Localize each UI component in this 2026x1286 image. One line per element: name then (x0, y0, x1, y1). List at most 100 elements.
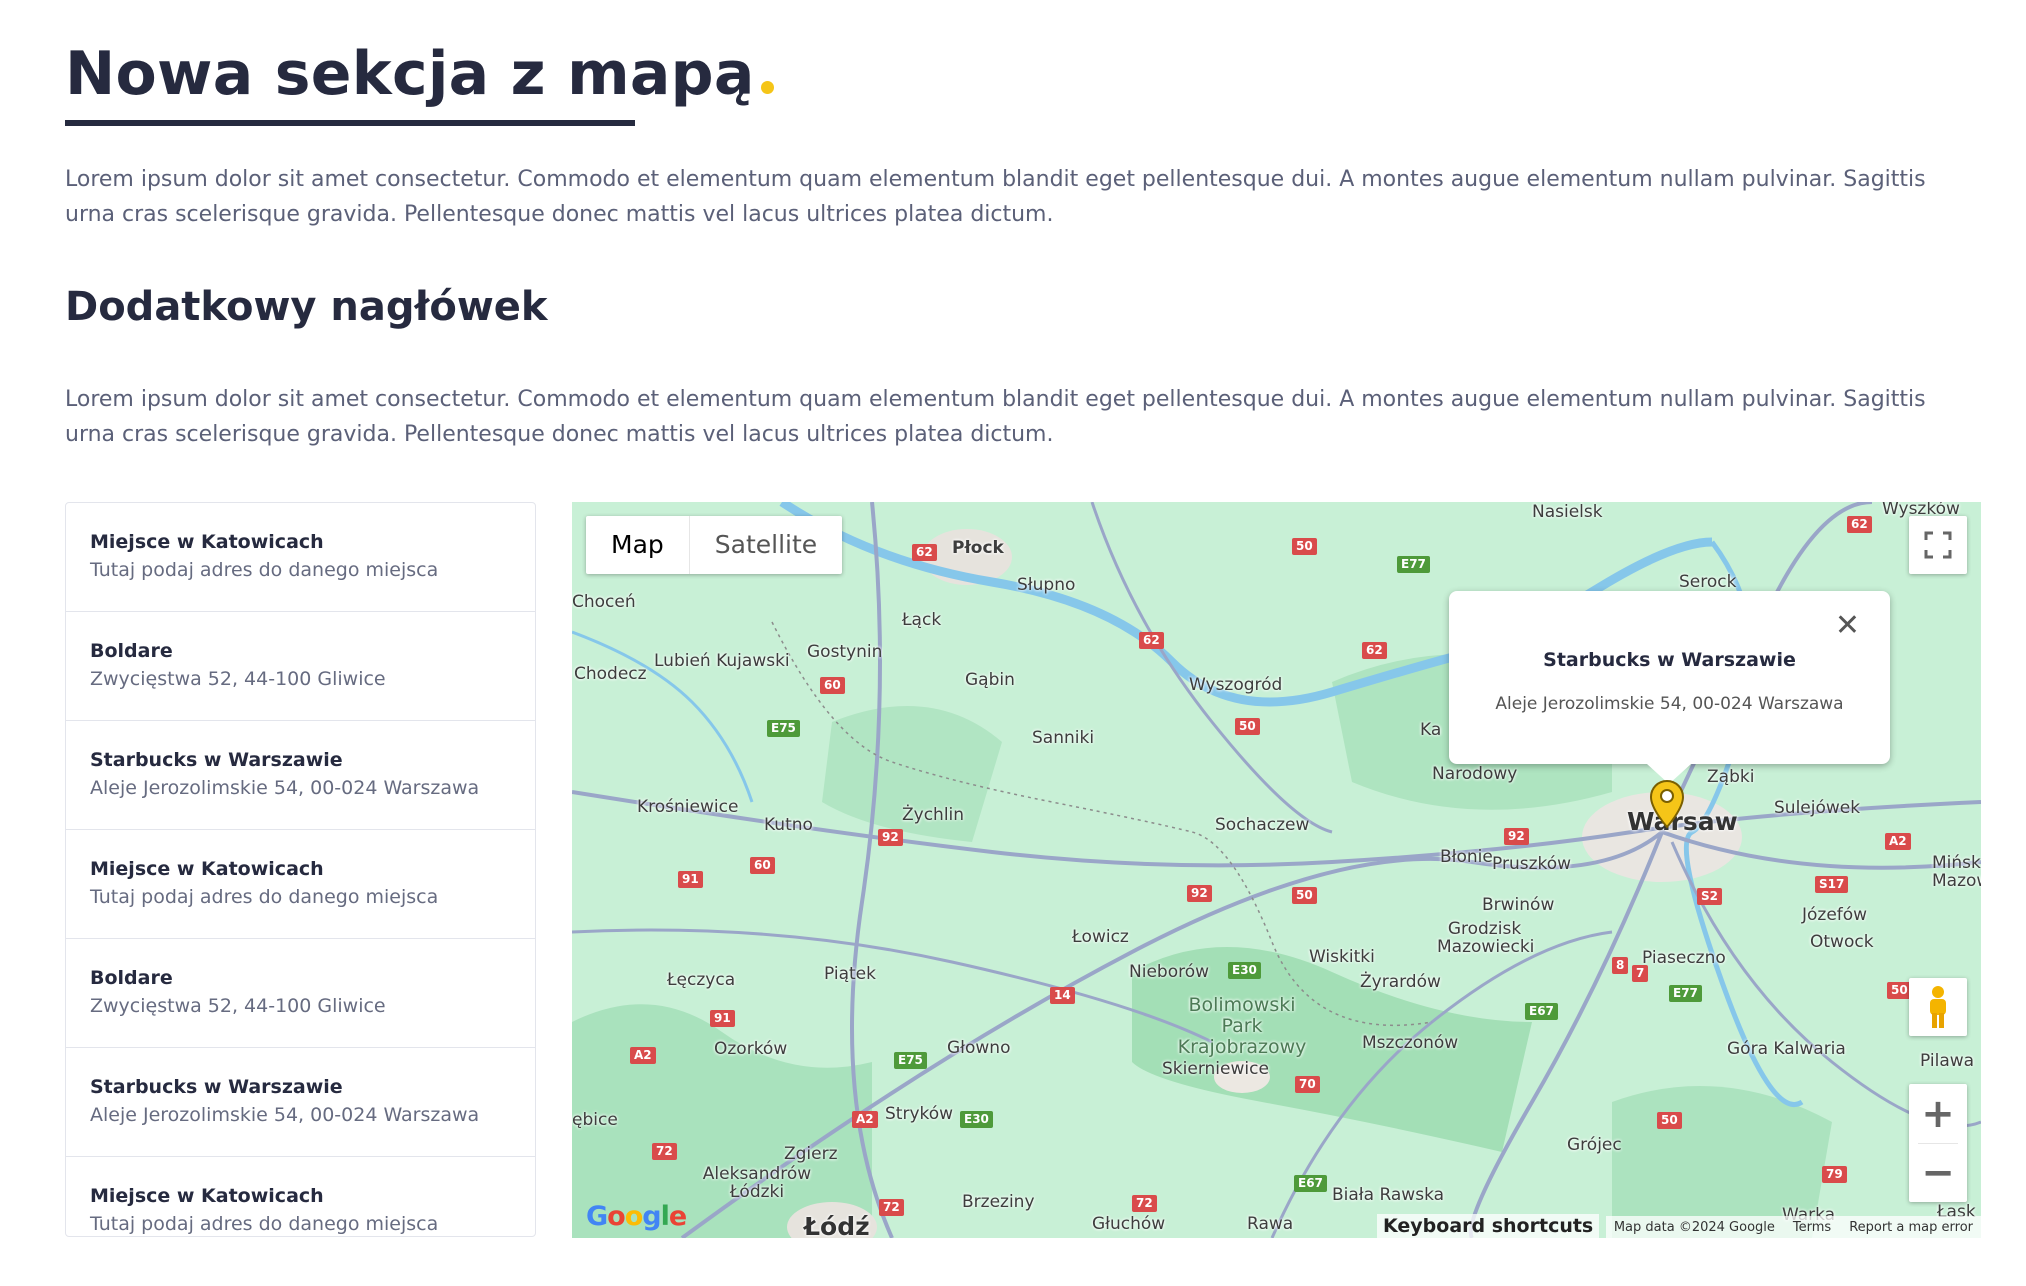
road-number: 60 (750, 857, 775, 874)
list-item[interactable]: Boldare Zwycięstwa 52, 44-100 Gliwice (66, 939, 535, 1048)
place-label: Ozorków (714, 1039, 788, 1059)
list-item[interactable]: Miejsce w Katowicach Tutaj podaj adres d… (66, 1157, 535, 1236)
close-icon[interactable]: ✕ (1835, 611, 1860, 641)
road-number: A2 (852, 1111, 878, 1128)
info-window-title: Starbucks w Warszawie (1543, 649, 1796, 671)
road-number: 72 (879, 1199, 904, 1216)
place-label: Biała Rawska (1332, 1185, 1445, 1205)
road-number: E75 (767, 720, 800, 737)
place-label: Bolimowski Park Krajobrazowy (1177, 994, 1307, 1058)
place-label: Głowno (947, 1038, 1011, 1058)
place-label: Serock (1679, 572, 1737, 592)
road-number: 62 (1847, 516, 1872, 533)
place-label: Żyrardów (1360, 972, 1441, 992)
location-address: Tutaj podaj adres do danego miejsca (90, 559, 439, 581)
road-number: 92 (1504, 828, 1529, 845)
road-number: E67 (1294, 1175, 1327, 1192)
list-item[interactable]: Starbucks w Warszawie Aleje Jerozolimski… (66, 1048, 535, 1157)
place-label: Kutno (764, 815, 813, 835)
place-label: Pruszków (1492, 854, 1572, 874)
list-item[interactable]: Boldare Zwycięstwa 52, 44-100 Gliwice (66, 612, 535, 721)
place-label: Pilawa (1920, 1051, 1975, 1071)
road-number: 7 (1632, 965, 1649, 982)
road-number: A2 (630, 1047, 656, 1064)
place-label: Brwinów (1482, 895, 1555, 915)
road-number: 60 (820, 677, 845, 694)
map-attribution: Map data ©2024 Google Terms Report a map… (1605, 1216, 1981, 1238)
place-label: Zgierz (784, 1144, 838, 1164)
zoom-in-button[interactable]: + (1909, 1085, 1967, 1143)
map-type-map-button[interactable]: Map (586, 516, 690, 574)
place-label: Gostynin (807, 642, 883, 662)
place-label: Piątek (824, 964, 876, 984)
road-number: 92 (878, 829, 903, 846)
place-label: Mszczonów (1362, 1033, 1459, 1053)
place-label: Nasielsk (1532, 502, 1603, 522)
place-label: Łąck (902, 610, 942, 630)
info-window: ✕ Starbucks w Warszawie Aleje Jerozolims… (1449, 591, 1890, 784)
road-number: 91 (678, 871, 703, 888)
road-number: E77 (1397, 556, 1430, 573)
street-view-button[interactable] (1909, 978, 1967, 1036)
fullscreen-icon (1924, 531, 1952, 559)
place-label: Góra Kalwaria (1727, 1039, 1846, 1059)
place-label: Łódź (804, 1212, 870, 1238)
road-number: S17 (1815, 876, 1849, 893)
place-label: Gąbin (965, 670, 1015, 690)
place-label: Wiskitki (1309, 947, 1375, 967)
place-label: Aleksandrów Łódzki (702, 1164, 812, 1202)
location-address: Zwycięstwa 52, 44-100 Gliwice (90, 668, 386, 690)
road-number: A2 (1885, 833, 1911, 850)
google-logo: Google (586, 1201, 687, 1232)
list-item[interactable]: Miejsce w Katowicach Tutaj podaj adres d… (66, 503, 535, 612)
place-label: Otwock (1810, 932, 1874, 952)
place-label: Ka (1420, 720, 1442, 740)
title-underline (65, 120, 635, 126)
place-label: Grodzisk Mazowiecki (1437, 919, 1535, 957)
intro-paragraph: Lorem ipsum dolor sit amet consectetur. … (65, 167, 1926, 227)
location-name: Starbucks w Warszawie (90, 1076, 343, 1098)
location-name: Boldare (90, 967, 173, 989)
fullscreen-button[interactable] (1909, 516, 1967, 574)
info-window-address: Aleje Jerozolimskie 54, 00-024 Warszawa (1495, 694, 1844, 714)
place-label: Stryków (885, 1104, 954, 1124)
page: Nowa sekcja z mapą Lorem ipsum dolor sit… (0, 0, 2026, 1286)
location-address: Tutaj podaj adres do danego miejsca (90, 886, 439, 908)
road-number: 92 (1187, 885, 1212, 902)
place-label: Lubień Kujawski (654, 651, 790, 671)
map-canvas[interactable]: Płock Nasielsk Wyszków Serock Słupno Łąc… (572, 502, 1981, 1238)
place-label: Głuchów (1092, 1214, 1166, 1234)
list-item[interactable]: Miejsce w Katowicach Tutaj podaj adres d… (66, 830, 535, 939)
place-label: Żychlin (902, 805, 965, 825)
keyboard-shortcuts-link[interactable]: Keyboard shortcuts (1377, 1214, 1600, 1238)
place-label: Słupno (1017, 575, 1076, 595)
road-number: 50 (1235, 718, 1260, 735)
road-number: 91 (710, 1010, 735, 1027)
place-label: Narodowy (1432, 764, 1518, 784)
map-marker-icon[interactable] (1649, 779, 1685, 829)
road-number: 62 (912, 544, 937, 561)
road-number: E67 (1525, 1003, 1558, 1020)
place-label: Skierniewice (1162, 1059, 1269, 1079)
place-label: Józefów (1802, 905, 1868, 925)
title-block: Nowa sekcja z mapą (65, 38, 774, 126)
place-label: Rawa (1247, 1214, 1294, 1234)
list-item[interactable]: Starbucks w Warszawie Aleje Jerozolimski… (66, 721, 535, 830)
terms-link[interactable]: Terms (1793, 1220, 1831, 1235)
place-label: Krośniewice (637, 797, 739, 817)
second-paragraph: Lorem ipsum dolor sit amet consectetur. … (65, 387, 1926, 447)
road-number: E30 (960, 1111, 993, 1128)
road-number: 8 (1612, 957, 1629, 974)
road-number: 72 (1132, 1195, 1157, 1212)
road-number: E77 (1669, 985, 1702, 1002)
locations-list[interactable]: Miejsce w Katowicach Tutaj podaj adres d… (65, 502, 536, 1237)
place-label: Wyszogród (1189, 675, 1283, 695)
road-number: 50 (1657, 1112, 1682, 1129)
road-number: 62 (1139, 632, 1164, 649)
map-type-satellite-button[interactable]: Satellite (690, 516, 842, 574)
location-name: Boldare (90, 640, 173, 662)
page-title: Nowa sekcja z mapą (65, 39, 755, 109)
report-map-error-link[interactable]: Report a map error (1849, 1220, 1973, 1235)
zoom-out-button[interactable]: − (1909, 1144, 1967, 1202)
place-label: Łęczyca (667, 970, 736, 990)
